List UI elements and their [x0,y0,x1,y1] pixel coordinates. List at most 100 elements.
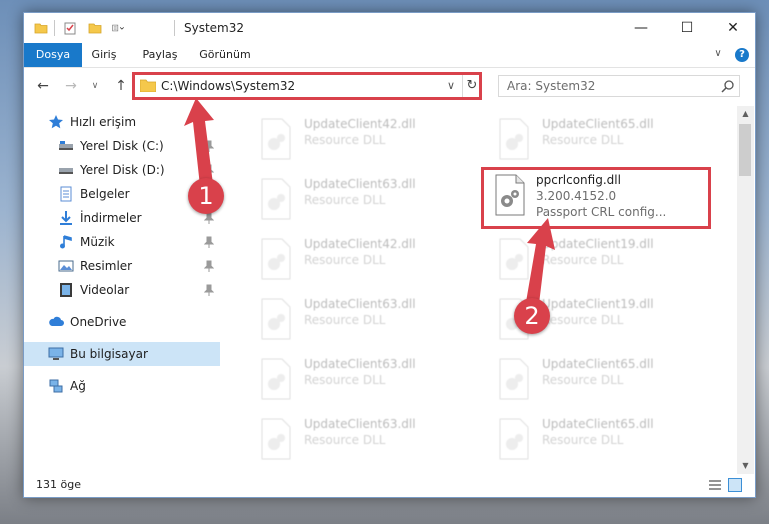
folder-icon[interactable] [34,21,48,35]
close-button[interactable]: ✕ [710,13,755,43]
file-name: UpdateClient63.dll [304,357,416,371]
scrollbar-thumb[interactable] [739,124,751,176]
details-view-icon[interactable] [708,479,722,491]
documents-icon [60,186,72,202]
tab-file[interactable]: Dosya [24,43,82,67]
dll-file-icon [261,418,291,460]
refresh-button[interactable]: ↻ [462,75,481,97]
file-name: UpdateClient65.dll [542,117,654,131]
file-name: UpdateClient63.dll [304,417,416,431]
explorer-window: System32 — ☐ ✕ Dosya Giriş Paylaş Görünü… [23,12,756,498]
vertical-scrollbar[interactable]: ▲ ▼ [737,106,754,474]
sidebar-item-local-disk-c[interactable]: Yerel Disk (C:) [24,134,220,158]
sidebar-item-label: İndirmeler [80,211,142,225]
dll-file-icon [499,358,529,400]
network-icon [49,379,63,393]
sidebar-item-label: Videolar [80,283,130,297]
sidebar-item-videos[interactable]: Videolar [24,278,220,302]
navigation-pane: Hızlı erişim Yerel Disk (C:) Yerel Disk … [24,106,220,474]
file-type: Resource DLL [304,313,386,327]
sidebar-item-label: Bu bilgisayar [70,347,148,361]
ribbon-expand-icon[interactable]: ∨ [711,47,725,61]
video-icon [60,283,72,297]
download-icon [60,211,72,225]
toolbar-separator [54,20,55,36]
forward-button[interactable]: → [62,78,80,94]
ribbon-tabs: Dosya Giriş Paylaş Görünüm ∨ ? [24,43,755,68]
address-path[interactable]: C:\Windows\System32 [161,79,295,93]
file-item-ppcrlconfig[interactable]: ppcrlconfig.dll 3.200.4152.0 Passport CR… [481,167,711,229]
file-list: UpdateClient42.dll Resource DLL UpdateCl… [236,106,736,474]
dll-file-icon [261,118,291,160]
sidebar-item-label: Resimler [80,259,133,273]
file-item[interactable]: UpdateClient63.dll Resource DLL [258,174,482,228]
up-button[interactable]: ↑ [112,78,130,94]
recent-locations-button[interactable]: ∨ [86,78,104,94]
dll-file-icon [261,298,291,340]
dll-file-icon [499,118,529,160]
file-name: UpdateClient63.dll [304,297,416,311]
sidebar-item-local-disk-d[interactable]: Yerel Disk (D:) [24,158,220,182]
chevron-down-icon[interactable]: ∨ [443,77,459,95]
cloud-icon [49,316,64,326]
file-name: ppcrlconfig.dll [536,173,621,187]
maximize-button[interactable]: ☐ [664,13,710,43]
file-item[interactable]: UpdateClient65.dll Resource DLL [496,354,720,408]
file-name: UpdateClient19.dll [542,297,654,311]
file-name: UpdateClient63.dll [304,177,416,191]
properties-icon[interactable] [63,21,77,35]
step-1-badge: 1 [188,178,224,214]
file-item[interactable]: UpdateClient65.dll Resource DLL [496,114,720,168]
folder-icon [140,79,156,92]
sidebar-item-downloads[interactable]: İndirmeler [24,206,220,230]
sidebar-item-label: Belgeler [80,187,130,201]
search-icon[interactable] [721,79,735,93]
sidebar-item-network[interactable]: Ağ [24,374,220,398]
file-item[interactable]: UpdateClient42.dll Resource DLL [258,234,482,288]
help-icon[interactable]: ? [735,48,749,62]
file-item[interactable]: UpdateClient63.dll Resource DLL [258,354,482,408]
dll-file-icon [499,418,529,460]
pin-icon [204,164,214,176]
file-type: Resource DLL [542,253,624,267]
pin-icon [204,260,214,272]
sidebar-item-music[interactable]: Müzik [24,230,220,254]
large-icons-view-icon[interactable] [728,478,742,492]
sidebar-item-label: Yerel Disk (D:) [80,163,165,177]
file-item[interactable]: UpdateClient65.dll Resource DLL [496,414,720,468]
minimize-button[interactable]: — [618,13,664,43]
sidebar-item-label: OneDrive [70,315,127,329]
dll-file-icon [499,238,529,280]
file-type: Resource DLL [304,253,386,267]
file-item[interactable]: UpdateClient63.dll Resource DLL [258,294,482,348]
search-input[interactable]: Ara: System32 [498,75,740,97]
music-icon [60,235,72,249]
navigation-bar: ← → ∨ ↑ C:\Windows\System32 ∨ ↻ Ara: Sys… [24,68,755,104]
scroll-down-icon[interactable]: ▼ [737,458,754,474]
tab-share[interactable]: Paylaş [136,43,184,67]
dll-file-icon [495,174,525,216]
window-title: System32 [184,21,245,35]
file-description: Passport CRL config... [536,205,667,219]
customize-toolbar-icon[interactable] [112,21,126,35]
file-type: Resource DLL [542,133,624,147]
address-bar[interactable]: C:\Windows\System32 ∨ ↻ [132,72,482,100]
back-button[interactable]: ← [34,78,52,94]
scroll-up-icon[interactable]: ▲ [737,106,754,122]
sidebar-item-label: Müzik [80,235,115,249]
sidebar-item-onedrive[interactable]: OneDrive [24,310,220,334]
sidebar-item-quick-access[interactable]: Hızlı erişim [24,110,220,134]
file-item[interactable]: UpdateClient42.dll Resource DLL [258,114,482,168]
new-folder-icon[interactable] [88,21,102,35]
file-item[interactable]: UpdateClient63.dll Resource DLL [258,414,482,468]
toolbar-separator [174,20,175,36]
sidebar-item-pictures[interactable]: Resimler [24,254,220,278]
pin-icon [204,284,214,296]
sidebar-item-this-pc[interactable]: Bu bilgisayar [24,342,220,366]
tab-home[interactable]: Giriş [84,43,124,67]
status-bar: 131 öge [24,474,755,497]
tab-view[interactable]: Görünüm [196,43,254,67]
file-item[interactable]: UpdateClient19.dll Resource DLL [496,234,720,288]
pin-icon [204,236,214,248]
file-name: UpdateClient19.dll [542,237,654,251]
